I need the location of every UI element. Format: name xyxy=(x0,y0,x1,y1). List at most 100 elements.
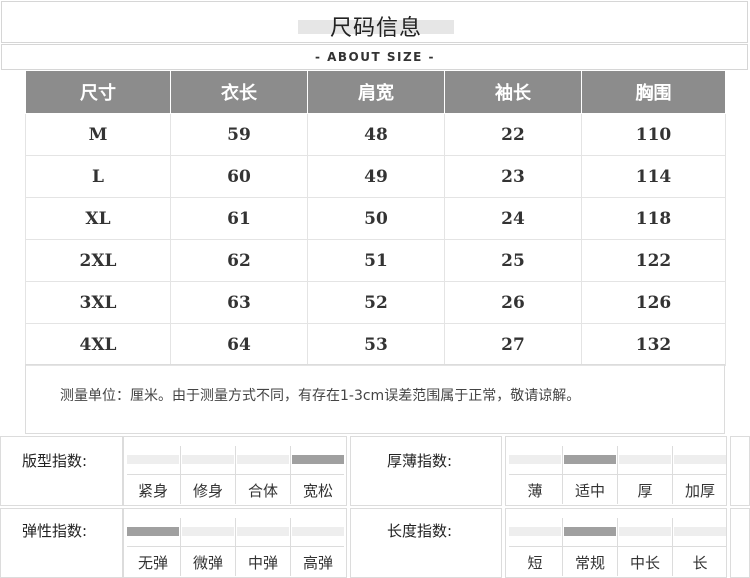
scale-option: 中弹 xyxy=(247,554,278,572)
scale-option: 厚 xyxy=(637,482,653,500)
scale-option: 宽松 xyxy=(302,482,333,500)
scale-bar xyxy=(237,527,289,536)
scale-option: 高弹 xyxy=(302,554,333,572)
scale-option: 微弹 xyxy=(192,554,223,572)
table-cell: 49 xyxy=(307,155,445,198)
scale-bar xyxy=(564,455,616,464)
scale-divider xyxy=(509,474,726,475)
table-cell: 50 xyxy=(307,197,445,240)
scale-divider xyxy=(290,518,291,576)
table-cell: 118 xyxy=(581,197,726,240)
size-cell: 2XL xyxy=(25,239,171,282)
size-cell: 3XL xyxy=(25,281,171,324)
scale-option: 修身 xyxy=(192,482,223,500)
scale-divider xyxy=(617,446,618,504)
table-cell: 122 xyxy=(581,239,726,282)
scale-divider xyxy=(617,518,618,576)
size-cell: 4XL xyxy=(25,323,171,366)
index-label-cell xyxy=(0,436,123,506)
table-cell: 52 xyxy=(307,281,445,324)
index-label-cell xyxy=(350,508,502,578)
size-cell: L xyxy=(25,155,171,198)
column-header: 胸围 xyxy=(581,70,726,114)
scale-bar xyxy=(564,527,616,536)
scale-bar xyxy=(509,527,561,536)
table-cell: 24 xyxy=(444,197,582,240)
scale-option: 无弹 xyxy=(137,554,168,572)
scale-bar xyxy=(182,455,234,464)
size-table: 尺寸 衣长 肩宽 袖长 胸围 M 59 48 22 110 L 60 49 23… xyxy=(25,70,726,366)
thickness-index-label: 厚薄指数: xyxy=(387,452,453,470)
index-label-cell xyxy=(0,508,123,578)
scale-bar xyxy=(182,527,234,536)
table-cell: 59 xyxy=(170,113,308,156)
scale-option: 紧身 xyxy=(137,482,168,500)
table-cell: 61 xyxy=(170,197,308,240)
table-row: XL 61 50 24 118 xyxy=(25,197,726,240)
scale-divider xyxy=(180,518,181,576)
scale-bar xyxy=(509,455,561,464)
scale-divider xyxy=(562,446,563,504)
table-cell: 60 xyxy=(170,155,308,198)
table-header-row: 尺寸 衣长 肩宽 袖长 胸围 xyxy=(25,70,726,114)
scale-divider xyxy=(127,546,344,547)
scale-option: 适中 xyxy=(574,482,605,500)
edge-cell xyxy=(730,436,750,506)
index-label-cell xyxy=(350,436,502,506)
scale-divider xyxy=(235,446,236,504)
table-cell: 23 xyxy=(444,155,582,198)
scale-bar xyxy=(127,527,179,536)
length-index-label: 长度指数: xyxy=(387,522,453,540)
page-title: 尺码信息 xyxy=(329,16,422,41)
scale-option: 常规 xyxy=(574,554,605,572)
scale-bar xyxy=(674,455,726,464)
table-cell: 51 xyxy=(307,239,445,282)
scale-option: 长 xyxy=(692,554,708,572)
table-cell: 53 xyxy=(307,323,445,366)
table-row: 4XL 64 53 27 132 xyxy=(25,323,726,366)
scale-divider xyxy=(509,546,726,547)
scale-option: 薄 xyxy=(527,482,543,500)
column-header: 衣长 xyxy=(170,70,308,114)
scale-divider xyxy=(562,518,563,576)
scale-divider xyxy=(672,518,673,576)
edge-cell xyxy=(730,508,750,578)
scale-option: 合体 xyxy=(247,482,278,500)
scale-divider xyxy=(235,518,236,576)
size-cell: M xyxy=(25,113,171,156)
table-cell: 27 xyxy=(444,323,582,366)
table-cell: 63 xyxy=(170,281,308,324)
scale-bar xyxy=(292,527,344,536)
scale-divider xyxy=(127,474,344,475)
table-cell: 132 xyxy=(581,323,726,366)
scale-divider xyxy=(672,446,673,504)
column-header: 袖长 xyxy=(444,70,582,114)
table-cell: 62 xyxy=(170,239,308,282)
column-header: 肩宽 xyxy=(307,70,445,114)
scale-bar xyxy=(619,527,671,536)
scale-bar xyxy=(127,455,179,464)
table-row: 3XL 63 52 26 126 xyxy=(25,281,726,324)
scale-option: 短 xyxy=(527,554,543,572)
table-cell: 114 xyxy=(581,155,726,198)
indices-panel: 版型指数: 厚薄指数: 弹性指数: 长度指数: 紧身 修身 合体 宽松 薄适中厚加厚 … xyxy=(0,436,750,578)
scale-divider xyxy=(180,446,181,504)
table-row: L 60 49 23 114 xyxy=(25,155,726,198)
measurement-note: 测量单位：厘米。由于测量方式不同，有存在1-3cm误差范围属于正常，敬请谅解。 xyxy=(60,388,581,404)
size-cell: XL xyxy=(25,197,171,240)
table-row: 2XL 62 51 25 122 xyxy=(25,239,726,282)
elasticity-index-label: 弹性指数: xyxy=(22,522,88,540)
table-cell: 126 xyxy=(581,281,726,324)
scale-option: 中长 xyxy=(629,554,660,572)
fit-index-label: 版型指数: xyxy=(22,452,88,470)
column-header: 尺寸 xyxy=(25,70,171,114)
table-cell: 48 xyxy=(307,113,445,156)
scale-option: 加厚 xyxy=(684,482,715,500)
scale-bar xyxy=(292,455,344,464)
table-cell: 110 xyxy=(581,113,726,156)
page-subtitle: - ABOUT SIZE - xyxy=(314,50,436,64)
scale-bar xyxy=(619,455,671,464)
scale-bar xyxy=(674,527,726,536)
table-cell: 22 xyxy=(444,113,582,156)
table-cell: 26 xyxy=(444,281,582,324)
